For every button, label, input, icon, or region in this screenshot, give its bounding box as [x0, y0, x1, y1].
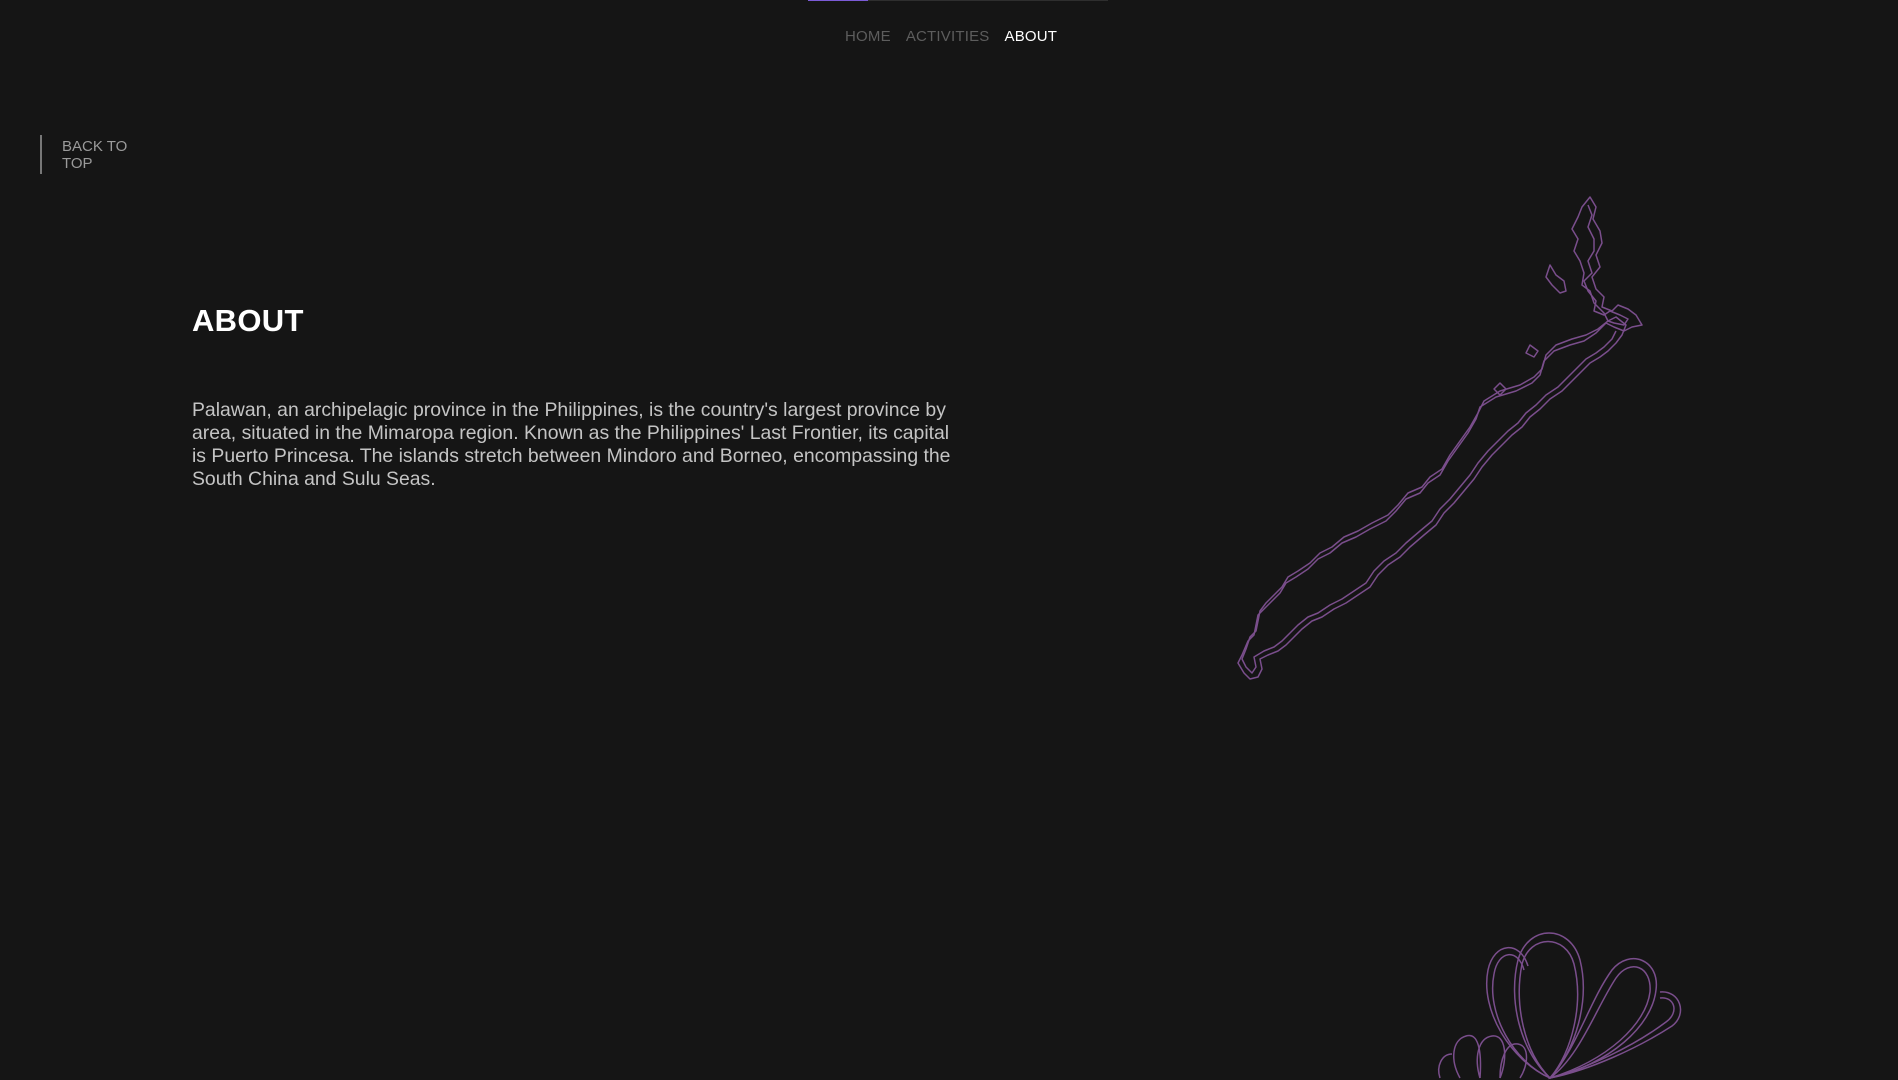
nav-item-about[interactable]: ABOUT: [1005, 28, 1058, 45]
back-to-top-label: BACK TO TOP: [62, 137, 128, 172]
about-description: Palawan, an archipelagic province in the…: [192, 399, 951, 490]
page-title: ABOUT: [192, 303, 304, 338]
back-to-top-button[interactable]: BACK TO TOP: [40, 135, 134, 174]
seashell-outline-icon: [1438, 932, 1682, 1080]
nav-item-home[interactable]: HOME: [845, 28, 891, 45]
scroll-progress-fill: [808, 0, 868, 1]
about-page: HOME ACTIVITIES ABOUT BACK TO TOP ABOUT …: [0, 0, 1898, 1080]
scroll-progress-track: [808, 0, 1108, 1]
palawan-map-outline-icon: [1237, 196, 1643, 680]
top-nav: HOME ACTIVITIES ABOUT: [845, 28, 1057, 45]
nav-item-activities[interactable]: ACTIVITIES: [906, 28, 990, 45]
